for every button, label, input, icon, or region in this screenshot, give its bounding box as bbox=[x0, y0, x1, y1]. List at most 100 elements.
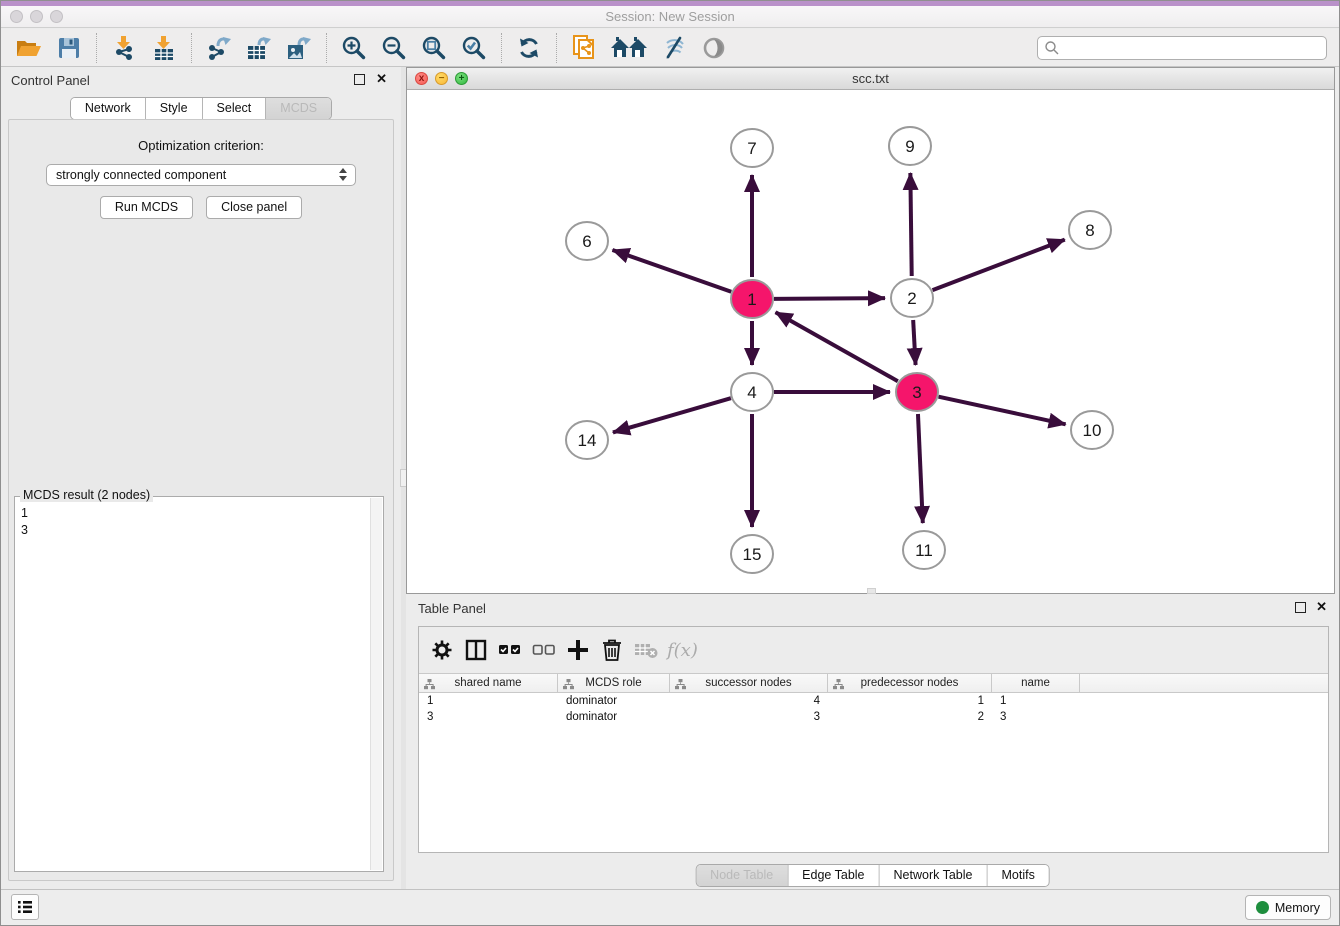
network-window-titlebar[interactable]: x − + scc.txt bbox=[407, 68, 1334, 90]
first-neighbors-icon[interactable] bbox=[607, 32, 651, 64]
new-network-from-selection-icon[interactable] bbox=[567, 32, 601, 64]
tab-motifs[interactable]: Motifs bbox=[987, 865, 1048, 886]
graph-edge-4-14[interactable] bbox=[613, 398, 731, 432]
zoom-out-icon[interactable] bbox=[377, 32, 411, 64]
cell-shared-name[interactable]: 1 bbox=[419, 693, 558, 709]
cell-shared-name[interactable]: 3 bbox=[419, 709, 558, 725]
graph-node-8[interactable]: 8 bbox=[1069, 211, 1111, 249]
delete-table-icon[interactable] bbox=[631, 635, 661, 665]
window-zoom-icon[interactable] bbox=[50, 10, 63, 23]
network-canvas[interactable]: 7 9 6 8 1 2 4 3 14 10 15 11 bbox=[407, 90, 1334, 593]
network-close-icon[interactable]: x bbox=[415, 72, 428, 85]
delete-icon[interactable] bbox=[597, 635, 627, 665]
tab-style[interactable]: Style bbox=[146, 98, 203, 119]
svg-text:10: 10 bbox=[1083, 421, 1102, 440]
export-network-icon[interactable] bbox=[202, 32, 236, 64]
window-close-icon[interactable] bbox=[10, 10, 23, 23]
cell-name[interactable]: 3 bbox=[992, 709, 1080, 725]
task-history-button[interactable] bbox=[11, 894, 39, 920]
cell-predecessor-nodes[interactable]: 2 bbox=[828, 709, 992, 725]
gear-icon[interactable] bbox=[427, 635, 457, 665]
tab-network-table[interactable]: Network Table bbox=[880, 865, 988, 886]
optimization-criterion-dropdown[interactable]: strongly connected component bbox=[46, 164, 356, 186]
zoom-selected-icon[interactable] bbox=[457, 32, 491, 64]
control-panel: Control Panel ✕ Network Style Select MCD… bbox=[1, 67, 401, 889]
close-table-panel-icon[interactable]: ✕ bbox=[1316, 599, 1327, 615]
search-field[interactable] bbox=[1037, 36, 1327, 60]
save-session-icon[interactable] bbox=[52, 32, 86, 64]
svg-text:7: 7 bbox=[747, 139, 756, 158]
cell-predecessor-nodes[interactable]: 1 bbox=[828, 693, 992, 709]
graph-edge-2-3[interactable] bbox=[913, 320, 915, 365]
network-window-title: scc.txt bbox=[407, 68, 1334, 89]
graph-edge-3-1[interactable] bbox=[776, 312, 898, 381]
graph-node-15[interactable]: 15 bbox=[731, 535, 773, 573]
import-network-icon[interactable] bbox=[107, 32, 141, 64]
tab-node-table[interactable]: Node Table bbox=[696, 865, 788, 886]
memory-button[interactable]: Memory bbox=[1245, 895, 1331, 920]
graph-edge-3-11[interactable] bbox=[918, 414, 923, 523]
graph-edge-2-9[interactable] bbox=[910, 173, 911, 276]
node-table-container: f(x) shared nameMCDS rolesuccessor nodes… bbox=[418, 626, 1329, 853]
hide-selected-icon[interactable] bbox=[657, 32, 691, 64]
graph-edge-2-8[interactable] bbox=[933, 240, 1065, 291]
select-all-columns-icon[interactable] bbox=[495, 635, 525, 665]
graph-node-1[interactable]: 1 bbox=[731, 280, 773, 318]
zoom-fit-icon[interactable] bbox=[417, 32, 451, 64]
horizontal-splitter-handle[interactable] bbox=[867, 588, 876, 594]
column-header-shared-name[interactable]: shared name bbox=[419, 674, 558, 692]
cell-successor-nodes[interactable]: 3 bbox=[670, 709, 828, 725]
svg-text:11: 11 bbox=[915, 541, 933, 560]
tab-network[interactable]: Network bbox=[71, 98, 146, 119]
cell-successor-nodes[interactable]: 4 bbox=[670, 693, 828, 709]
columns-icon[interactable] bbox=[461, 635, 491, 665]
graph-node-3[interactable]: 3 bbox=[896, 373, 938, 411]
export-table-icon[interactable] bbox=[242, 32, 276, 64]
column-header-name[interactable]: name bbox=[992, 674, 1080, 692]
network-minimize-icon[interactable]: − bbox=[435, 72, 448, 85]
zoom-in-icon[interactable] bbox=[337, 32, 371, 64]
cell-MCDS-role[interactable]: dominator bbox=[558, 693, 670, 709]
graph-node-9[interactable]: 9 bbox=[889, 127, 931, 165]
graph-node-2[interactable]: 2 bbox=[891, 279, 933, 317]
graph-node-10[interactable]: 10 bbox=[1071, 411, 1113, 449]
cell-MCDS-role[interactable]: dominator bbox=[558, 709, 670, 725]
function-builder-icon[interactable]: f(x) bbox=[667, 640, 698, 661]
mcds-result-text[interactable]: 1 3 bbox=[21, 505, 367, 867]
graph-node-6[interactable]: 6 bbox=[566, 222, 608, 260]
column-header-predecessor-nodes[interactable]: predecessor nodes bbox=[828, 674, 992, 692]
attribute-icon bbox=[424, 679, 435, 690]
graph-node-7[interactable]: 7 bbox=[731, 129, 773, 167]
graph-node-14[interactable]: 14 bbox=[566, 421, 608, 459]
tab-mcds[interactable]: MCDS bbox=[266, 98, 331, 119]
graph-node-11[interactable]: 11 bbox=[903, 531, 945, 569]
column-header-MCDS-role[interactable]: MCDS role bbox=[558, 674, 670, 692]
run-mcds-button[interactable]: Run MCDS bbox=[100, 196, 193, 219]
table-row[interactable]: 1dominator411 bbox=[419, 693, 1328, 709]
search-input[interactable] bbox=[1060, 39, 1326, 57]
window-minimize-icon[interactable] bbox=[30, 10, 43, 23]
show-all-icon[interactable] bbox=[697, 32, 731, 64]
table-row[interactable]: 3dominator323 bbox=[419, 709, 1328, 725]
svg-text:6: 6 bbox=[582, 232, 591, 251]
add-icon[interactable] bbox=[563, 635, 593, 665]
graph-edge-3-10[interactable] bbox=[938, 397, 1065, 425]
graph-edge-1-2[interactable] bbox=[774, 298, 885, 299]
network-maximize-icon[interactable]: + bbox=[455, 72, 468, 85]
tab-edge-table[interactable]: Edge Table bbox=[788, 865, 879, 886]
float-panel-icon[interactable] bbox=[354, 74, 365, 85]
graph-edge-1-6[interactable] bbox=[612, 250, 731, 292]
float-table-panel-icon[interactable] bbox=[1295, 602, 1306, 613]
column-header-successor-nodes[interactable]: successor nodes bbox=[670, 674, 828, 692]
close-panel-icon[interactable]: ✕ bbox=[376, 71, 387, 87]
tab-select[interactable]: Select bbox=[203, 98, 267, 119]
refresh-icon[interactable] bbox=[512, 32, 546, 64]
close-panel-button[interactable]: Close panel bbox=[206, 196, 302, 219]
export-image-icon[interactable] bbox=[282, 32, 316, 64]
result-scrollbar[interactable] bbox=[370, 498, 382, 870]
cell-name[interactable]: 1 bbox=[992, 693, 1080, 709]
graph-node-4[interactable]: 4 bbox=[731, 373, 773, 411]
open-file-icon[interactable] bbox=[12, 32, 46, 64]
import-table-icon[interactable] bbox=[147, 32, 181, 64]
unselect-all-columns-icon[interactable] bbox=[529, 635, 559, 665]
